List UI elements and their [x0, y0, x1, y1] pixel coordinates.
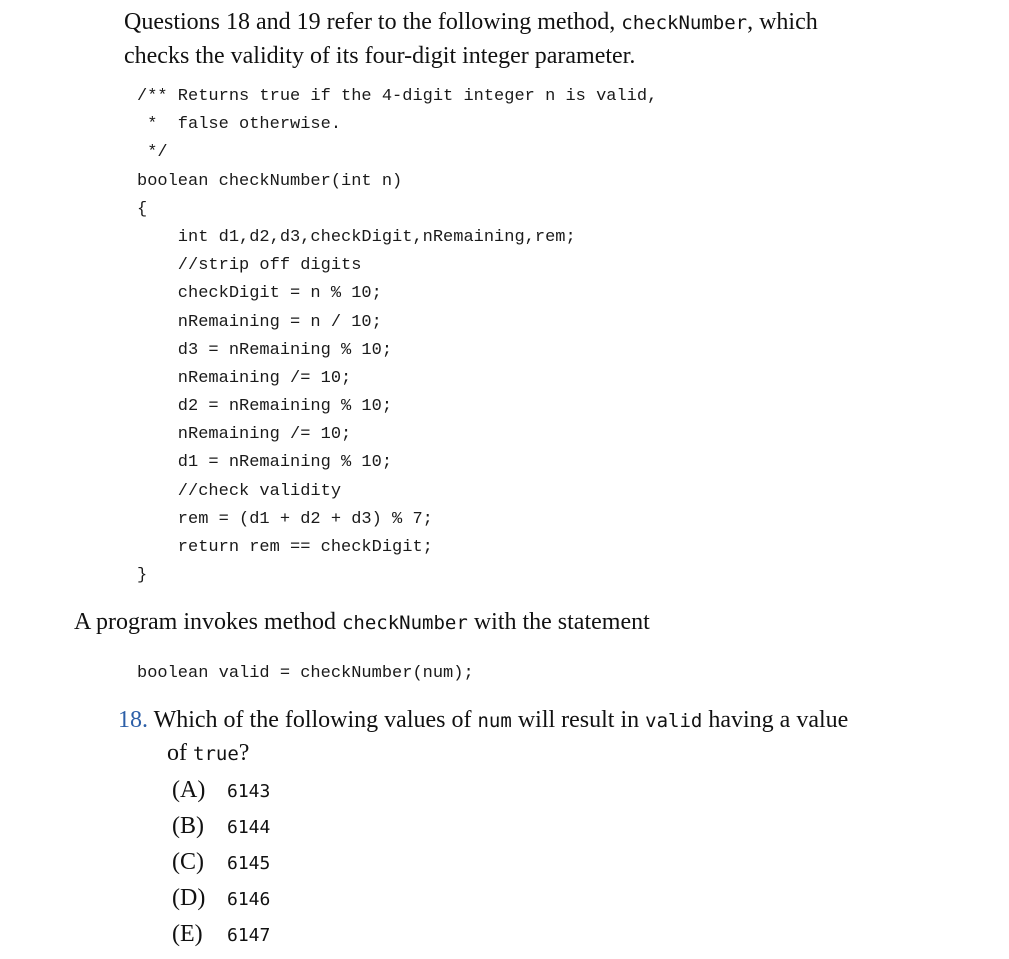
question-code-true: true: [193, 743, 239, 765]
intro-text-1: Questions 18 and 19 refer to the followi…: [124, 9, 622, 35]
choice-value: 6146: [227, 889, 271, 910]
question-code-valid: valid: [645, 710, 703, 732]
choice-b[interactable]: (B) 6144: [172, 809, 270, 845]
code-line: rem = (d1 + d2 + d3) % 7;: [137, 509, 433, 529]
code-block: /** Returns true if the 4-digit integer …: [137, 83, 657, 590]
choice-letter: (A): [172, 777, 206, 803]
code-line: */: [137, 143, 168, 163]
code-line: checkDigit = n % 10;: [137, 284, 382, 304]
invoke-paragraph: A program invokes method checkNumber wit…: [74, 606, 650, 640]
code-line: }: [137, 566, 148, 586]
code-line: d2 = nRemaining % 10;: [137, 397, 393, 417]
intro-method-name: checkNumber: [621, 12, 748, 34]
choice-c[interactable]: (C) 6145: [172, 845, 270, 881]
answer-choices: (A) 6143 (B) 6144 (C) 6145 (D) 6146 (E) 6147: [172, 773, 270, 953]
code-line: int d1,d2,d3,checkDigit,nRemaining,rem;: [137, 227, 576, 247]
invoke-text-1: A program invokes method: [74, 609, 342, 635]
question-number: 18.: [118, 707, 148, 733]
choice-letter: (D): [172, 885, 206, 911]
code-line: nRemaining /= 10;: [137, 425, 352, 445]
code-line: boolean checkNumber(int n): [137, 171, 403, 191]
choice-value: 6147: [227, 925, 271, 946]
choice-letter: (B): [172, 813, 204, 839]
code-line: return rem == checkDigit;: [137, 538, 433, 557]
code-line: nRemaining /= 10;: [137, 368, 352, 388]
question-text-3: having a value: [702, 707, 849, 733]
question-18: 18. Which of the following values of num…: [118, 704, 898, 770]
question-text-1: Which of the following values of: [148, 707, 478, 733]
choice-e[interactable]: (E) 6147: [172, 917, 270, 953]
intro-line-2: checks the validity of its four-digit in…: [124, 43, 636, 69]
choice-letter: (E): [172, 921, 203, 947]
question-text-2: will result in: [511, 707, 646, 733]
choice-d[interactable]: (D) 6146: [172, 881, 270, 917]
code-line: d1 = nRemaining % 10;: [137, 453, 393, 473]
question-code-num: num: [477, 710, 512, 732]
code-line: {: [137, 199, 148, 219]
question-line-2-prefix: of: [167, 740, 193, 766]
choice-letter: (C): [172, 849, 204, 875]
invoke-method-name: checkNumber: [341, 612, 468, 634]
choice-a[interactable]: (A) 6143: [172, 773, 270, 809]
code-line: d3 = nRemaining % 10;: [137, 340, 393, 360]
invocation-statement: boolean valid = checkNumber(num);: [137, 664, 474, 683]
code-line: nRemaining = n / 10;: [137, 312, 382, 332]
invoke-text-2: with the statement: [467, 609, 650, 635]
intro-text-2: , which: [747, 9, 818, 35]
code-line: /** Returns true if the 4-digit integer …: [137, 87, 658, 106]
choice-value: 6143: [227, 781, 271, 802]
choice-value: 6145: [227, 853, 271, 874]
code-line: * false otherwise.: [137, 115, 342, 135]
choice-value: 6144: [227, 817, 271, 838]
code-line: //check validity: [137, 481, 342, 501]
code-line: //strip off digits: [137, 256, 362, 276]
question-line-2-suffix: ?: [238, 740, 250, 766]
intro-paragraph: Questions 18 and 19 refer to the followi…: [124, 6, 904, 73]
